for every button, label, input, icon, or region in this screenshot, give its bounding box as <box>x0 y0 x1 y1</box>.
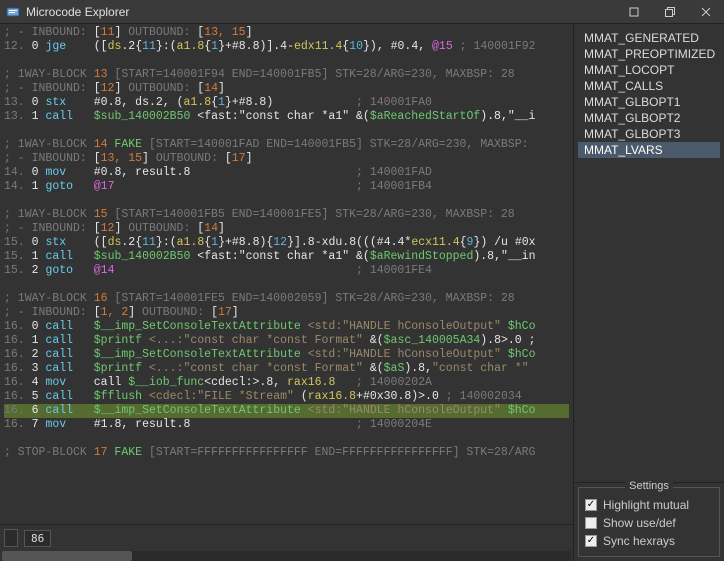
list-item[interactable]: MMAT_GLBOPT3 <box>578 126 720 142</box>
code-line[interactable]: 16. 5 call $fflush <cdecl:"FILE *Stream"… <box>4 390 569 404</box>
highlight-mutual-checkbox[interactable]: ✓ Highlight mutual <box>585 496 713 514</box>
code-line[interactable] <box>4 432 569 446</box>
horizontal-scrollbar[interactable] <box>2 551 571 561</box>
checkbox-icon: ✓ <box>585 535 597 547</box>
location-box[interactable]: 86 <box>24 530 51 547</box>
show-use-def-checkbox[interactable]: Show use/def <box>585 514 713 532</box>
list-item[interactable]: MMAT_GENERATED <box>578 30 720 46</box>
code-line[interactable]: ; 1WAY-BLOCK 16 [START=140001FE5 END=140… <box>4 292 569 306</box>
code-line[interactable]: 13. 1 call $sub_140002B50 <fast:"const c… <box>4 110 569 124</box>
code-line[interactable]: 15. 2 goto @14 ; 140001FE4 <box>4 264 569 278</box>
close-button[interactable] <box>688 0 724 23</box>
code-line[interactable]: ; - INBOUND: [12] OUTBOUND: [14] <box>4 222 569 236</box>
microcode-listing[interactable]: ; - INBOUND: [11] OUTBOUND: [13, 15]12. … <box>0 24 573 524</box>
status-bar: 86 <box>0 524 573 551</box>
checkbox-icon: ✓ <box>585 499 597 511</box>
code-line[interactable]: ; 1WAY-BLOCK 14 FAKE [START=140001FAD EN… <box>4 138 569 152</box>
code-line[interactable] <box>4 54 569 68</box>
titlebar: Microcode Explorer <box>0 0 724 24</box>
settings-title: Settings <box>625 480 673 492</box>
code-line[interactable]: 15. 1 call $sub_140002B50 <fast:"const c… <box>4 250 569 264</box>
code-line[interactable]: ; 1WAY-BLOCK 13 [START=140001F94 END=140… <box>4 68 569 82</box>
code-line[interactable]: 16. 1 call $printf <...:"const char *con… <box>4 334 569 348</box>
list-item[interactable]: MMAT_GLBOPT2 <box>578 110 720 126</box>
code-line[interactable]: ; - INBOUND: [13, 15] OUTBOUND: [17] <box>4 152 569 166</box>
maximize-button[interactable] <box>652 0 688 23</box>
main-pane: ; - INBOUND: [11] OUTBOUND: [13, 15]12. … <box>0 24 574 561</box>
code-line[interactable]: ; - INBOUND: [12] OUTBOUND: [14] <box>4 82 569 96</box>
list-item[interactable]: MMAT_GLBOPT1 <box>578 94 720 110</box>
list-item[interactable]: MMAT_PREOPTIMIZED <box>578 46 720 62</box>
code-line[interactable]: ; - INBOUND: [11] OUTBOUND: [13, 15] <box>4 26 569 40</box>
code-line[interactable] <box>4 278 569 292</box>
code-line[interactable]: 16. 3 call $printf <...:"const char *con… <box>4 362 569 376</box>
maturity-list[interactable]: MMAT_GENERATEDMMAT_PREOPTIMIZEDMMAT_LOCO… <box>574 24 724 482</box>
code-line[interactable]: 13. 0 stx #0.8, ds.2, (a1.8{1}+#8.8) ; 1… <box>4 96 569 110</box>
checkbox-icon <box>585 517 597 529</box>
sync-hexrays-checkbox[interactable]: ✓ Sync hexrays <box>585 532 713 550</box>
code-line[interactable]: 16. 4 mov call $__iob_func<cdecl:>.8, ra… <box>4 376 569 390</box>
code-line[interactable]: 12. 0 jge ([ds.2{11}:(a1.8{1}+#8.8)].4-e… <box>4 40 569 54</box>
search-input[interactable] <box>4 529 18 547</box>
minimize-button[interactable] <box>616 0 652 23</box>
app-icon <box>6 5 20 19</box>
code-line[interactable]: ; - INBOUND: [1, 2] OUTBOUND: [17] <box>4 306 569 320</box>
code-line[interactable]: 16. 2 call $__imp_SetConsoleTextAttribut… <box>4 348 569 362</box>
code-line[interactable]: 15. 0 stx ([ds.2{11}:(a1.8{1}+#8.8){12}]… <box>4 236 569 250</box>
list-item[interactable]: MMAT_CALLS <box>578 78 720 94</box>
code-line[interactable]: ; 1WAY-BLOCK 15 [START=140001FB5 END=140… <box>4 208 569 222</box>
code-line[interactable] <box>4 194 569 208</box>
code-line[interactable]: 16. 7 mov #1.8, result.8 ; 14000204E <box>4 418 569 432</box>
code-line[interactable]: 16. 0 call $__imp_SetConsoleTextAttribut… <box>4 320 569 334</box>
settings-group: Settings ✓ Highlight mutual Show use/def… <box>578 487 720 557</box>
code-line[interactable]: 16. 6 call $__imp_SetConsoleTextAttribut… <box>4 404 569 418</box>
list-item[interactable]: MMAT_LVARS <box>578 142 720 158</box>
code-line[interactable] <box>4 124 569 138</box>
list-item[interactable]: MMAT_LOCOPT <box>578 62 720 78</box>
code-line[interactable]: 14. 1 goto @17 ; 140001FB4 <box>4 180 569 194</box>
window-title: Microcode Explorer <box>26 5 129 19</box>
code-line[interactable]: ; STOP-BLOCK 17 FAKE [START=FFFFFFFFFFFF… <box>4 446 569 460</box>
code-line[interactable]: 14. 0 mov #0.8, result.8 ; 140001FAD <box>4 166 569 180</box>
